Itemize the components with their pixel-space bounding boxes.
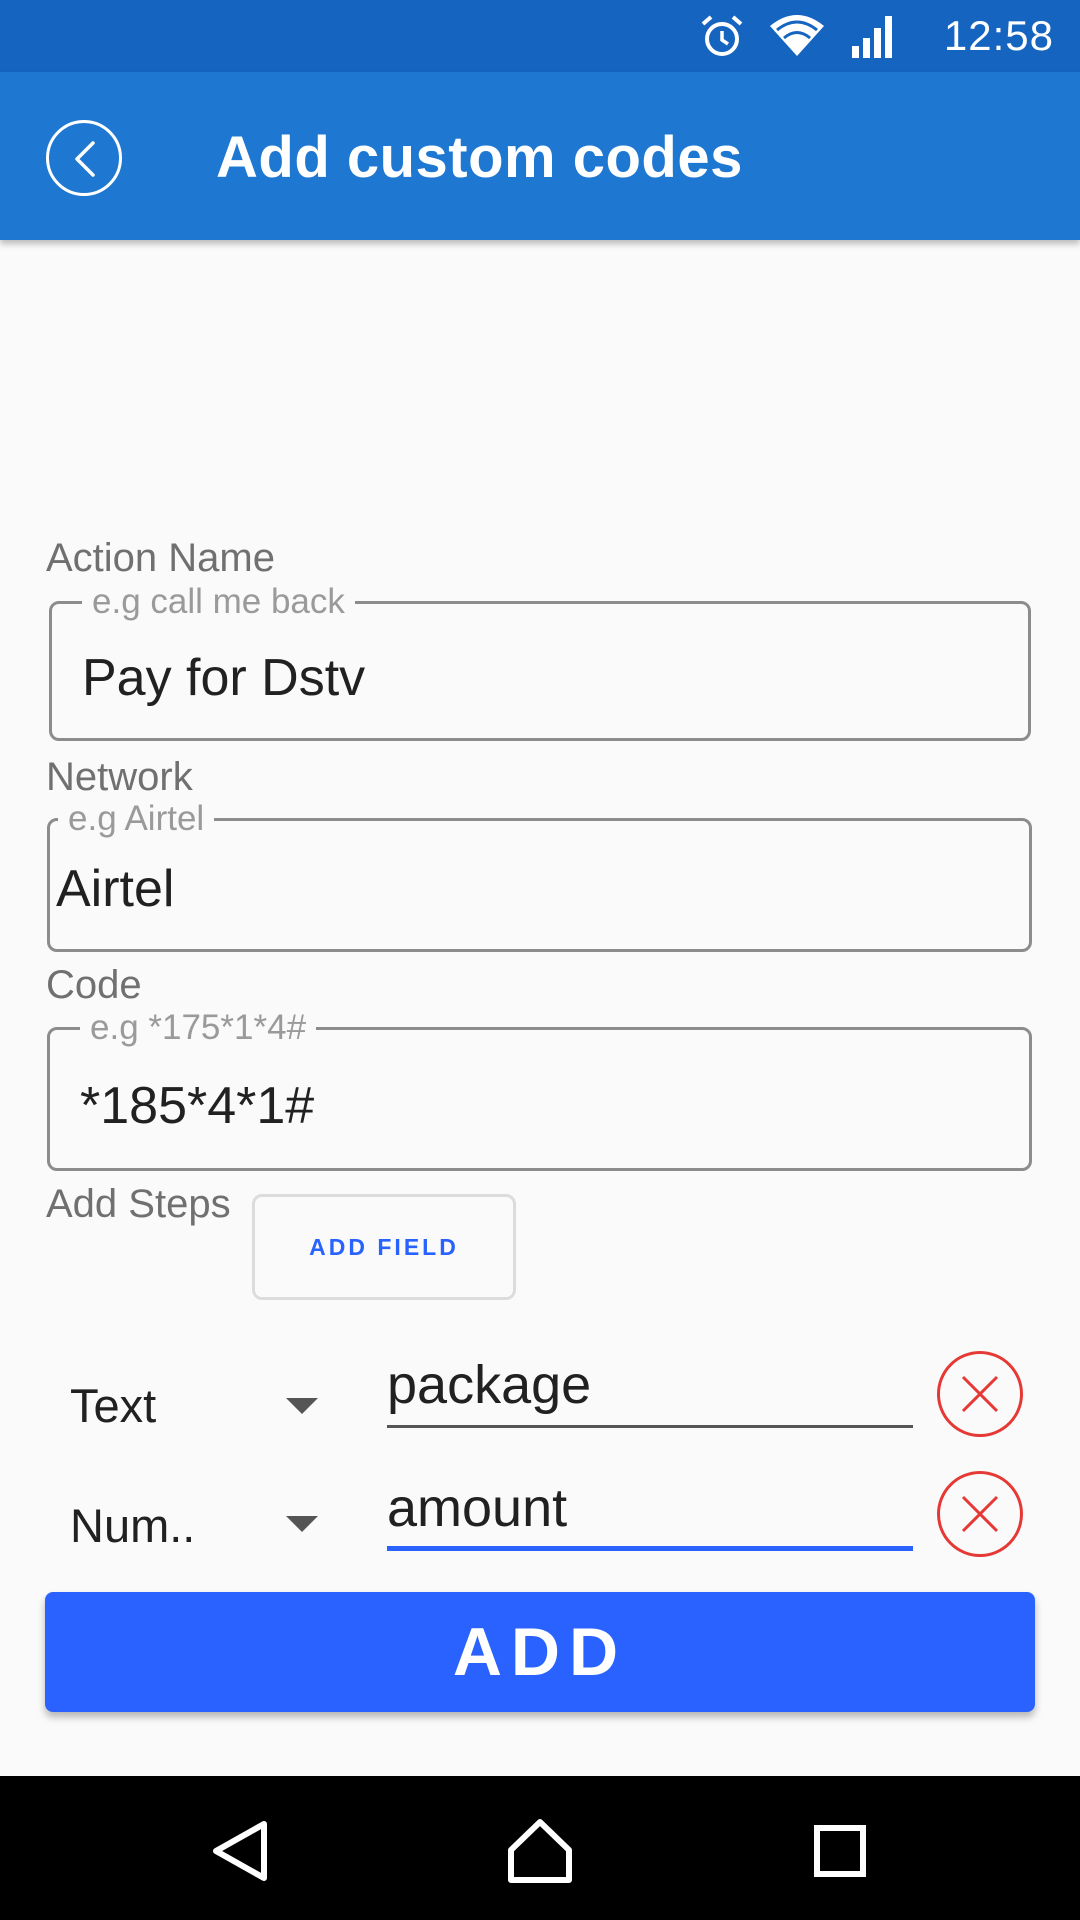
step-name-input[interactable]: package <box>387 1350 913 1428</box>
code-placeholder: e.g *175*1*4# <box>80 1008 317 1048</box>
back-button[interactable] <box>46 120 122 196</box>
add-submit-button[interactable]: ADD <box>45 1592 1035 1712</box>
step-type-select[interactable]: Text <box>70 1378 156 1433</box>
close-icon <box>961 1375 999 1413</box>
network-field[interactable]: e.g Airtel Airtel <box>47 799 1032 952</box>
network-value: Airtel <box>56 860 175 918</box>
home-icon[interactable] <box>505 1816 575 1886</box>
alarm-icon <box>701 15 743 56</box>
network-placeholder: e.g Airtel <box>58 799 215 839</box>
wifi-icon <box>770 15 824 56</box>
close-icon <box>961 1495 999 1533</box>
step-type-select[interactable]: Num.. <box>70 1498 195 1553</box>
recents-square-icon[interactable] <box>805 1816 875 1886</box>
action-name-field[interactable]: e.g call me back Pay for Dstv <box>49 582 1031 741</box>
add-steps-label: Add Steps <box>46 1182 231 1226</box>
back-triangle-icon[interactable] <box>206 1816 276 1886</box>
step-name-input[interactable]: amount <box>387 1473 913 1551</box>
status-clock: 12:58 <box>943 12 1054 59</box>
status-bar: 12:58 <box>0 0 1080 72</box>
dropdown-arrow-icon[interactable] <box>286 1398 318 1414</box>
dropdown-arrow-icon[interactable] <box>286 1516 318 1532</box>
system-nav-bar <box>0 1776 1080 1920</box>
code-field[interactable]: e.g *175*1*4# *185*4*1# <box>47 1008 1032 1171</box>
cell-signal-icon <box>852 16 892 58</box>
code-label: Code <box>46 963 142 1007</box>
action-name-value: Pay for Dstv <box>82 649 366 707</box>
remove-step-button[interactable] <box>937 1471 1023 1557</box>
back-arrow-icon <box>75 141 95 177</box>
network-label: Network <box>46 755 193 799</box>
add-field-button[interactable]: ADD FIELD <box>252 1194 516 1300</box>
app-bar: Add custom codes <box>0 72 1080 240</box>
remove-step-button[interactable] <box>937 1351 1023 1437</box>
page-title: Add custom codes <box>216 125 743 190</box>
code-value: *185*4*1# <box>80 1077 315 1135</box>
action-name-placeholder: e.g call me back <box>82 582 355 622</box>
action-name-label: Action Name <box>46 536 275 580</box>
